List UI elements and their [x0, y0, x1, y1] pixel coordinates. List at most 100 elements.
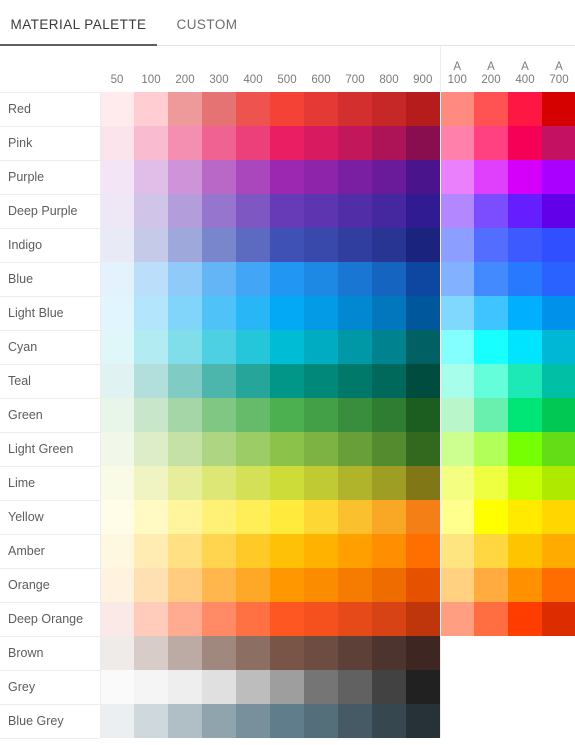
swatch-grey-400[interactable]	[236, 670, 270, 704]
swatch-teal-a100[interactable]	[439, 364, 474, 398]
swatch-amber-50[interactable]	[100, 534, 134, 568]
swatch-light-blue-500[interactable]	[270, 296, 304, 330]
swatch-purple-100[interactable]	[134, 160, 168, 194]
swatch-light-green-a200[interactable]	[474, 432, 508, 466]
swatch-indigo-a200[interactable]	[474, 228, 508, 262]
swatch-light-blue-300[interactable]	[202, 296, 236, 330]
swatch-teal-100[interactable]	[134, 364, 168, 398]
swatch-amber-300[interactable]	[202, 534, 236, 568]
swatch-cyan-a400[interactable]	[508, 330, 542, 364]
swatch-green-100[interactable]	[134, 398, 168, 432]
swatch-blue-grey-100[interactable]	[134, 704, 168, 738]
swatch-light-green-700[interactable]	[338, 432, 372, 466]
swatch-brown-900[interactable]	[406, 636, 440, 670]
swatch-orange-a700[interactable]	[542, 568, 575, 602]
swatch-pink-500[interactable]	[270, 126, 304, 160]
swatch-deep-orange-50[interactable]	[100, 602, 134, 636]
swatch-blue-grey-400[interactable]	[236, 704, 270, 738]
swatch-indigo-200[interactable]	[168, 228, 202, 262]
swatch-light-blue-400[interactable]	[236, 296, 270, 330]
swatch-pink-100[interactable]	[134, 126, 168, 160]
swatch-red-a100[interactable]	[439, 92, 474, 126]
swatch-amber-a400[interactable]	[508, 534, 542, 568]
swatch-red-a700[interactable]	[542, 92, 575, 126]
swatch-deep-purple-400[interactable]	[236, 194, 270, 228]
swatch-brown-100[interactable]	[134, 636, 168, 670]
swatch-blue-grey-50[interactable]	[100, 704, 134, 738]
swatch-indigo-a700[interactable]	[542, 228, 575, 262]
swatch-light-green-900[interactable]	[406, 432, 440, 466]
swatch-lime-a100[interactable]	[439, 466, 474, 500]
swatch-green-400[interactable]	[236, 398, 270, 432]
swatch-brown-50[interactable]	[100, 636, 134, 670]
swatch-lime-a700[interactable]	[542, 466, 575, 500]
swatch-light-blue-a400[interactable]	[508, 296, 542, 330]
swatch-pink-200[interactable]	[168, 126, 202, 160]
swatch-deep-orange-a400[interactable]	[508, 602, 542, 636]
swatch-lime-500[interactable]	[270, 466, 304, 500]
swatch-red-400[interactable]	[236, 92, 270, 126]
swatch-purple-500[interactable]	[270, 160, 304, 194]
swatch-brown-800[interactable]	[372, 636, 406, 670]
swatch-lime-50[interactable]	[100, 466, 134, 500]
swatch-indigo-a400[interactable]	[508, 228, 542, 262]
swatch-yellow-50[interactable]	[100, 500, 134, 534]
swatch-pink-a100[interactable]	[439, 126, 474, 160]
swatch-lime-200[interactable]	[168, 466, 202, 500]
swatch-orange-600[interactable]	[304, 568, 338, 602]
swatch-deep-orange-100[interactable]	[134, 602, 168, 636]
swatch-deep-orange-700[interactable]	[338, 602, 372, 636]
swatch-light-blue-700[interactable]	[338, 296, 372, 330]
swatch-cyan-a100[interactable]	[439, 330, 474, 364]
swatch-amber-100[interactable]	[134, 534, 168, 568]
swatch-blue-100[interactable]	[134, 262, 168, 296]
swatch-yellow-100[interactable]	[134, 500, 168, 534]
swatch-orange-700[interactable]	[338, 568, 372, 602]
swatch-amber-700[interactable]	[338, 534, 372, 568]
swatch-green-700[interactable]	[338, 398, 372, 432]
swatch-blue-300[interactable]	[202, 262, 236, 296]
swatch-green-800[interactable]	[372, 398, 406, 432]
swatch-deep-orange-600[interactable]	[304, 602, 338, 636]
swatch-indigo-800[interactable]	[372, 228, 406, 262]
swatch-amber-400[interactable]	[236, 534, 270, 568]
swatch-lime-700[interactable]	[338, 466, 372, 500]
swatch-purple-900[interactable]	[406, 160, 440, 194]
swatch-blue-grey-500[interactable]	[270, 704, 304, 738]
swatch-pink-300[interactable]	[202, 126, 236, 160]
swatch-red-a200[interactable]	[474, 92, 508, 126]
swatch-blue-grey-700[interactable]	[338, 704, 372, 738]
swatch-cyan-900[interactable]	[406, 330, 440, 364]
swatch-pink-a700[interactable]	[542, 126, 575, 160]
swatch-teal-500[interactable]	[270, 364, 304, 398]
swatch-orange-100[interactable]	[134, 568, 168, 602]
swatch-amber-800[interactable]	[372, 534, 406, 568]
swatch-lime-a200[interactable]	[474, 466, 508, 500]
swatch-lime-300[interactable]	[202, 466, 236, 500]
swatch-deep-purple-100[interactable]	[134, 194, 168, 228]
swatch-cyan-a700[interactable]	[542, 330, 575, 364]
swatch-light-green-a700[interactable]	[542, 432, 575, 466]
swatch-yellow-a700[interactable]	[542, 500, 575, 534]
swatch-indigo-100[interactable]	[134, 228, 168, 262]
swatch-purple-a400[interactable]	[508, 160, 542, 194]
swatch-red-300[interactable]	[202, 92, 236, 126]
swatch-amber-a700[interactable]	[542, 534, 575, 568]
swatch-blue-600[interactable]	[304, 262, 338, 296]
swatch-blue-a400[interactable]	[508, 262, 542, 296]
swatch-pink-900[interactable]	[406, 126, 440, 160]
swatch-amber-200[interactable]	[168, 534, 202, 568]
swatch-yellow-700[interactable]	[338, 500, 372, 534]
palette-scroll-area[interactable]: 50 100 200 300 400 500 600 700 800 900 A 100 A 200 A 40…	[0, 46, 575, 745]
swatch-green-200[interactable]	[168, 398, 202, 432]
swatch-indigo-900[interactable]	[406, 228, 440, 262]
swatch-deep-purple-a700[interactable]	[542, 194, 575, 228]
swatch-red-500[interactable]	[270, 92, 304, 126]
swatch-purple-a200[interactable]	[474, 160, 508, 194]
swatch-pink-400[interactable]	[236, 126, 270, 160]
swatch-blue-grey-600[interactable]	[304, 704, 338, 738]
swatch-light-green-500[interactable]	[270, 432, 304, 466]
swatch-brown-500[interactable]	[270, 636, 304, 670]
swatch-red-600[interactable]	[304, 92, 338, 126]
swatch-teal-300[interactable]	[202, 364, 236, 398]
